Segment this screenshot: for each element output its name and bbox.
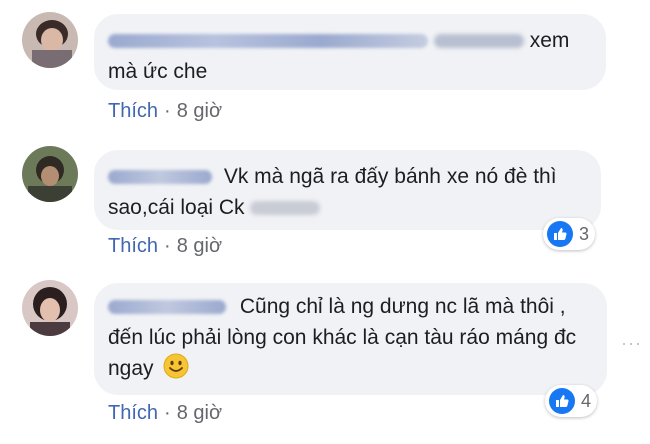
timestamp[interactable]: 8 giờ (177, 402, 222, 424)
comment-text-line3: ngay (108, 357, 154, 380)
comment-meta: Thích · 8 giờ (108, 402, 222, 425)
like-link[interactable]: Thích (108, 100, 158, 122)
like-link[interactable]: Thích (108, 402, 158, 424)
mention-tag[interactable] (433, 34, 524, 49)
separator-dot: · (164, 402, 171, 424)
comment-bubble: xem mà ức che (94, 14, 606, 90)
author-name[interactable] (108, 170, 212, 185)
timestamp[interactable]: 8 giờ (177, 235, 222, 257)
separator-dot: · (164, 235, 171, 257)
comment-bubble: Cũng chỉ là ng dưng nc lã mà thôi , đến … (94, 283, 607, 395)
thumbs-up-icon (547, 221, 573, 247)
comment-text-line2: sao,cái loại Ck (108, 196, 245, 219)
comment-text-line1: Vk mà ngã ra đấy bánh xe nó đè thì (223, 165, 557, 188)
reaction-count: 3 (579, 223, 590, 244)
avatar[interactable] (22, 146, 78, 202)
like-link[interactable]: Thích (108, 235, 158, 257)
mention-tag[interactable] (250, 201, 321, 216)
comment-meta: Thích · 8 giờ (108, 100, 222, 123)
comment-text-line1: xem (529, 29, 570, 52)
comment-text-line1: Cũng chỉ là ng dưng nc lã mà thôi , (239, 295, 566, 318)
reaction-count: 4 (581, 390, 592, 411)
timestamp[interactable]: 8 giờ (177, 100, 222, 122)
smiley-emoji-icon (163, 353, 189, 379)
author-name[interactable] (108, 300, 226, 315)
reaction-badge[interactable]: 3 (543, 218, 596, 250)
avatar[interactable] (22, 280, 78, 336)
more-options-icon[interactable]: ··· (621, 333, 642, 354)
comment-meta: Thích · 8 giờ (108, 235, 222, 258)
comment-text-line2: mà ức che (108, 60, 208, 83)
author-name[interactable] (108, 34, 428, 49)
reaction-badge[interactable]: 4 (545, 385, 598, 417)
thumbs-up-icon (549, 388, 575, 414)
comment-text-line2: đến lúc phải lòng con khác là cạn tàu rá… (108, 326, 577, 349)
comment-bubble: Vk mà ngã ra đấy bánh xe nó đè thì sao,c… (94, 150, 601, 230)
separator-dot: · (164, 100, 171, 122)
avatar[interactable] (22, 12, 78, 68)
